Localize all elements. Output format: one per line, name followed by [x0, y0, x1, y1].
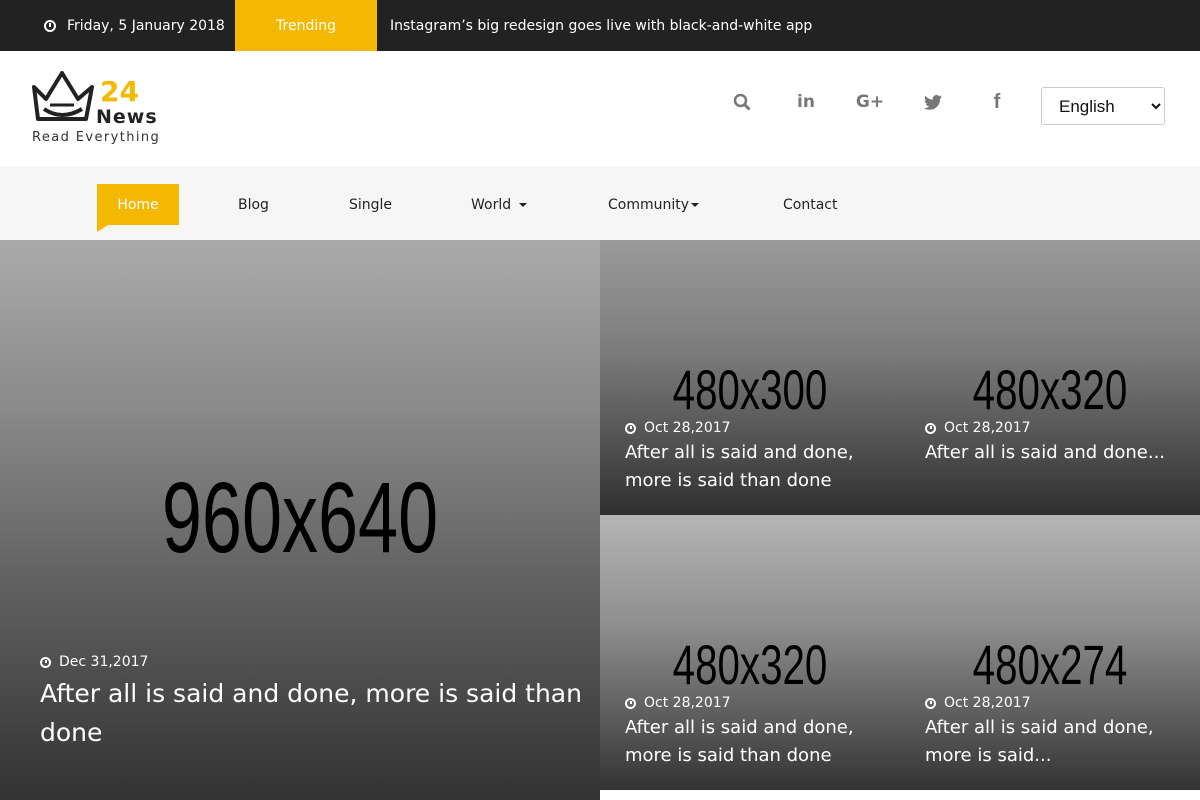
- nav-home[interactable]: Home: [97, 184, 179, 232]
- top-bar: Friday, 5 January 2018 Trending Instagra…: [0, 0, 1200, 70]
- facebook-icon[interactable]: f: [985, 89, 1009, 115]
- post-date: Dec 31,2017: [40, 654, 148, 670]
- post-title[interactable]: After all is said and done, more is said…: [925, 714, 1190, 770]
- nav-single[interactable]: Single: [349, 184, 392, 225]
- nav-contact[interactable]: Contact: [783, 184, 837, 225]
- post-date: Oct 28,2017: [625, 695, 731, 711]
- google-plus-icon[interactable]: G+: [855, 89, 885, 115]
- nav-world-label: World: [471, 196, 512, 213]
- post-title[interactable]: After all is said and done, more is said…: [40, 674, 600, 752]
- caret-down-icon: [691, 202, 700, 207]
- post-title[interactable]: After all is said and done, more is said…: [625, 439, 890, 495]
- trending-headline[interactable]: Instagram’s big redesign goes live with …: [390, 0, 812, 51]
- post-title[interactable]: After all is said and done...: [925, 439, 1195, 467]
- current-date: Friday, 5 January 2018: [44, 0, 225, 51]
- image-placeholder: 480x274: [972, 633, 1128, 696]
- main-nav: Home Blog Single World Community Contact: [0, 166, 1200, 240]
- post-date: Oct 28,2017: [625, 420, 731, 436]
- nav-community[interactable]: Community: [608, 184, 700, 225]
- clock-icon: [40, 656, 51, 668]
- caret-down-icon: [519, 202, 528, 207]
- clock-icon: [925, 697, 936, 709]
- twitter-icon[interactable]: [921, 89, 945, 115]
- post-date-text: Oct 28,2017: [944, 695, 1031, 711]
- clock-icon: [625, 697, 636, 709]
- featured-post-main[interactable]: 960x640 Dec 31,2017 After all is said an…: [0, 240, 600, 800]
- image-placeholder: 480x320: [672, 633, 828, 696]
- logo-tagline: Read Everything: [32, 130, 161, 145]
- crown-icon: [32, 71, 94, 121]
- featured-post[interactable]: 480x274 Oct 28,2017 After all is said an…: [900, 515, 1200, 790]
- post-title[interactable]: After all is said and done, more is said…: [625, 714, 890, 770]
- nav-blog[interactable]: Blog: [238, 184, 269, 225]
- post-date-text: Dec 31,2017: [59, 654, 149, 670]
- logo-brand: News: [96, 106, 158, 128]
- featured-post[interactable]: 480x300 Oct 28,2017 After all is said an…: [600, 240, 900, 515]
- featured-post[interactable]: 480x320 Oct 28,2017 After all is said an…: [600, 515, 900, 790]
- language-select[interactable]: English: [1041, 87, 1165, 125]
- site-logo[interactable]: 24 News Read Everything: [30, 69, 170, 149]
- featured-post[interactable]: 480x320 Oct 28,2017 After all is said an…: [900, 240, 1200, 515]
- date-text: Friday, 5 January 2018: [67, 17, 225, 34]
- post-date: Oct 28,2017: [925, 420, 1031, 436]
- image-placeholder: 480x300: [672, 358, 828, 421]
- search-icon[interactable]: [730, 89, 754, 115]
- clock-icon: [44, 19, 56, 32]
- nav-community-label: Community: [608, 196, 690, 213]
- post-date-text: Oct 28,2017: [644, 420, 731, 436]
- image-placeholder: 960x640: [161, 462, 439, 574]
- post-date-text: Oct 28,2017: [644, 695, 731, 711]
- clock-icon: [625, 422, 636, 434]
- image-placeholder: 480x320: [972, 358, 1128, 421]
- clock-icon: [925, 422, 936, 434]
- linkedin-icon[interactable]: in: [794, 89, 818, 115]
- site-header: 24 News Read Everything in G+ f English: [0, 51, 1200, 166]
- nav-world[interactable]: World: [471, 184, 528, 225]
- post-date: Oct 28,2017: [925, 695, 1031, 711]
- trending-label: Trending: [235, 0, 377, 70]
- logo-number: 24: [100, 75, 139, 108]
- post-date-text: Oct 28,2017: [944, 420, 1031, 436]
